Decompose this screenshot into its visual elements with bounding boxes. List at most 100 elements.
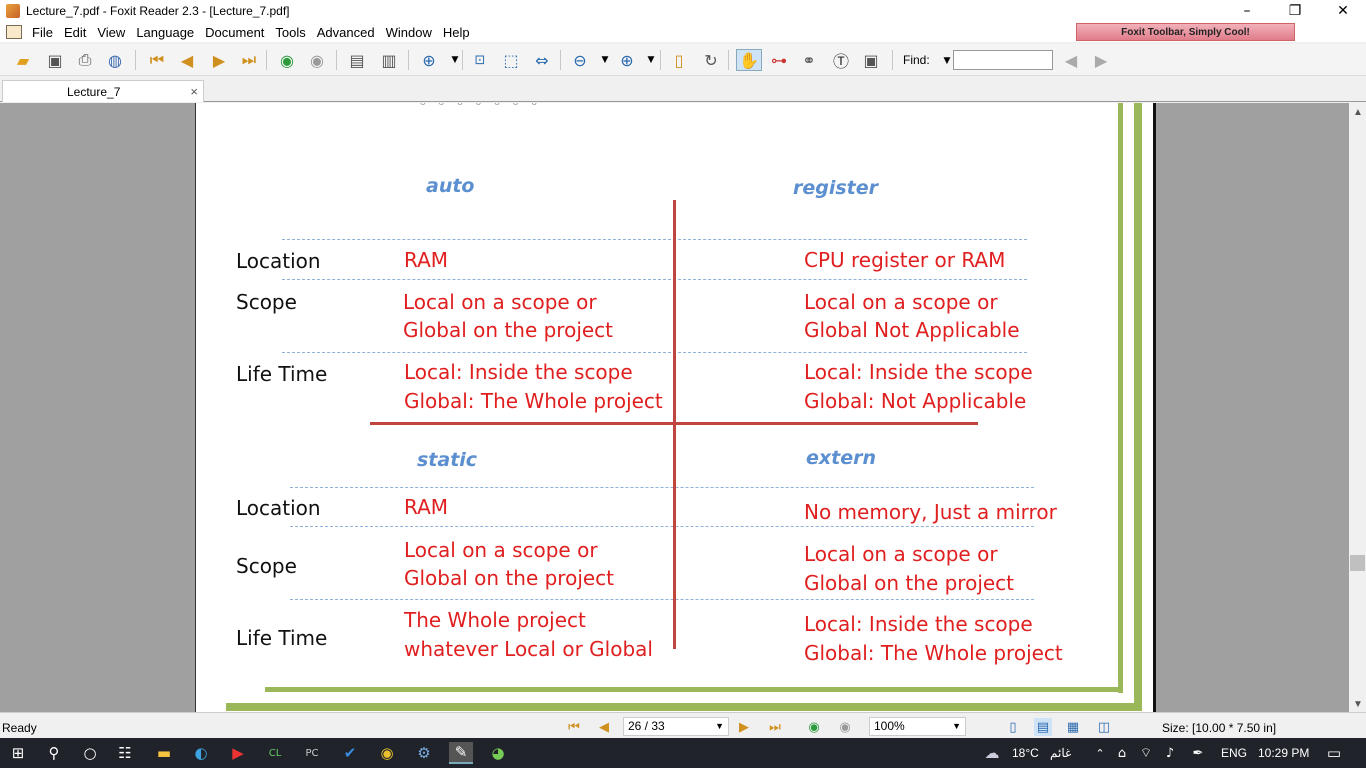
heading-static: static: [417, 449, 478, 471]
zoom-icon[interactable]: ⊕: [418, 49, 440, 71]
status-next-page-icon[interactable]: ▶: [735, 718, 753, 736]
task-view-icon[interactable]: ○: [78, 742, 102, 764]
scroll-down-icon[interactable]: ▼: [1353, 699, 1363, 710]
bookmark-icon[interactable]: ▯: [668, 49, 690, 71]
status-bar: Ready ⏮ ◀ 26 / 33 ▼ ▶ ⏭ ◉ ◉ 100% ▼ ▯ ▤ ▦…: [0, 712, 1366, 738]
register-scope-line1: Local on a scope or: [804, 290, 998, 314]
tray-app-icon[interactable]: ⌂: [1110, 742, 1134, 764]
weather-icon[interactable]: ☁: [980, 742, 1004, 764]
taskbar: ⊞ ⚲ ○ ☷ ▬ ◐ ▶ CL PC ✔ ◉ ⚙ ✎ ◕ ☁ 18°C غائ…: [0, 738, 1366, 768]
find-input[interactable]: [953, 50, 1053, 70]
facing-view-icon[interactable]: ▦: [1064, 718, 1082, 736]
select-text-icon[interactable]: ⊶: [768, 49, 790, 71]
actual-size-icon[interactable]: ⊡: [469, 49, 491, 71]
print-icon[interactable]: ⎙: [74, 49, 96, 71]
status-last-page-icon[interactable]: ⏭: [766, 718, 784, 736]
open-folder-icon[interactable]: ▰: [12, 49, 34, 71]
youtube-icon[interactable]: ▶: [226, 742, 250, 764]
pycharm-icon[interactable]: PC: [300, 742, 324, 764]
page-border-decoration: [265, 687, 1123, 692]
first-page-icon[interactable]: ⏮: [146, 49, 168, 71]
menu-edit[interactable]: Edit: [60, 25, 93, 40]
status-first-page-icon[interactable]: ⏮: [565, 718, 583, 736]
volume-icon[interactable]: ♪: [1158, 742, 1182, 764]
tab-lecture-7[interactable]: Lecture_7 ×: [2, 80, 204, 102]
menu-view[interactable]: View: [93, 25, 132, 40]
notifications-icon[interactable]: ▭: [1322, 742, 1346, 764]
back-icon[interactable]: ◉: [276, 49, 298, 71]
zoom-field-dropdown-icon[interactable]: ▼: [952, 721, 961, 731]
wifi-icon[interactable]: ⌔: [1134, 742, 1158, 764]
typewriter-icon[interactable]: Ⓣ: [830, 49, 852, 71]
foxit-reader-icon[interactable]: ✎: [449, 742, 473, 764]
auto-life-line1: Local: Inside the scope: [404, 360, 633, 384]
scroll-thumb[interactable]: [1350, 555, 1365, 571]
tab-close-icon[interactable]: ×: [190, 84, 198, 99]
app-icon-taskbar[interactable]: ◕: [486, 742, 510, 764]
find-previous-icon[interactable]: ◀: [1060, 49, 1082, 71]
menu-document[interactable]: Document: [201, 25, 271, 40]
zoom-field[interactable]: 100% ▼: [869, 717, 966, 736]
search-icon[interactable]: ⚲: [42, 742, 66, 764]
save-icon[interactable]: ▣: [44, 49, 66, 71]
language-indicator[interactable]: ENG: [1221, 746, 1247, 760]
widgets-icon[interactable]: ☷: [113, 742, 137, 764]
menu-file[interactable]: File: [28, 25, 60, 40]
start-icon[interactable]: ⊞: [6, 742, 30, 764]
menu-window[interactable]: Window: [382, 25, 439, 40]
menu-language[interactable]: Language: [132, 25, 201, 40]
forward-icon[interactable]: ◉: [306, 49, 328, 71]
find-next-icon[interactable]: ▶: [1090, 49, 1112, 71]
last-page-icon[interactable]: ⏭: [238, 49, 260, 71]
heading-register: register: [793, 177, 879, 199]
label-scope: Scope: [236, 290, 297, 314]
previous-page-icon[interactable]: ◀: [176, 49, 198, 71]
zoom-out-dropdown-icon[interactable]: ▼: [594, 49, 616, 71]
tray-chevron-icon[interactable]: ⌃: [1088, 742, 1112, 764]
menu-help[interactable]: Help: [439, 25, 477, 40]
vertical-scrollbar[interactable]: ▲ ▼: [1349, 103, 1366, 712]
scroll-up-icon[interactable]: ▲: [1353, 107, 1363, 118]
zoom-in-dropdown-icon[interactable]: ▼: [640, 49, 662, 71]
find-binoculars-icon[interactable]: ⚭: [798, 49, 820, 71]
app-icon-taskbar[interactable]: ⚙: [412, 742, 436, 764]
menu-tools[interactable]: Tools: [271, 25, 312, 40]
document-viewer[interactable]: ooooooo auto register static extern Loca…: [0, 103, 1349, 712]
status-forward-icon[interactable]: ◉: [836, 718, 854, 736]
row-divider: [290, 487, 1034, 488]
zoom-out-icon[interactable]: ⊖: [569, 49, 591, 71]
page-dropdown-icon[interactable]: ▼: [715, 721, 724, 731]
close-button[interactable]: ✕: [1320, 0, 1366, 22]
chrome-icon[interactable]: ◉: [375, 742, 399, 764]
continuous-facing-view-icon[interactable]: ◫: [1095, 718, 1113, 736]
snapshot-icon[interactable]: ▣: [860, 49, 882, 71]
clock[interactable]: 10:29 PM: [1258, 746, 1309, 760]
continuous-icon[interactable]: ▥: [378, 49, 400, 71]
page-border-decoration: [1118, 103, 1123, 693]
zoom-in-icon[interactable]: ⊕: [616, 49, 638, 71]
promo-banner[interactable]: Foxit Toolbar, Simply Cool!: [1076, 23, 1295, 41]
fit-page-icon[interactable]: ⬚: [500, 49, 522, 71]
menu-advanced[interactable]: Advanced: [313, 25, 382, 40]
minimize-button[interactable]: –: [1224, 0, 1270, 22]
register-life-line2: Global: Not Applicable: [804, 389, 1027, 413]
register-scope-line2: Global Not Applicable: [804, 318, 1020, 342]
status-previous-page-icon[interactable]: ◀: [595, 718, 613, 736]
next-page-icon[interactable]: ▶: [208, 49, 230, 71]
edge-icon[interactable]: ◐: [189, 742, 213, 764]
single-page-view-icon[interactable]: ▯: [1004, 718, 1022, 736]
clion-icon[interactable]: CL: [263, 742, 287, 764]
file-explorer-icon[interactable]: ▬: [152, 742, 176, 764]
todo-icon[interactable]: ✔: [338, 742, 362, 764]
pen-icon[interactable]: ✒: [1186, 742, 1210, 764]
continuous-view-icon[interactable]: ▤: [1034, 718, 1052, 736]
rotate-icon[interactable]: ↻: [700, 49, 722, 71]
page-number-field[interactable]: 26 / 33 ▼: [623, 717, 729, 736]
fit-width-icon[interactable]: ⇔: [531, 49, 553, 71]
status-back-icon[interactable]: ◉: [805, 718, 823, 736]
restore-button[interactable]: ❐: [1272, 0, 1318, 22]
web-icon[interactable]: ◍: [104, 49, 126, 71]
document-menu-icon[interactable]: [6, 25, 22, 39]
hand-tool-icon[interactable]: ✋: [736, 49, 762, 71]
single-page-icon[interactable]: ▤: [346, 49, 368, 71]
